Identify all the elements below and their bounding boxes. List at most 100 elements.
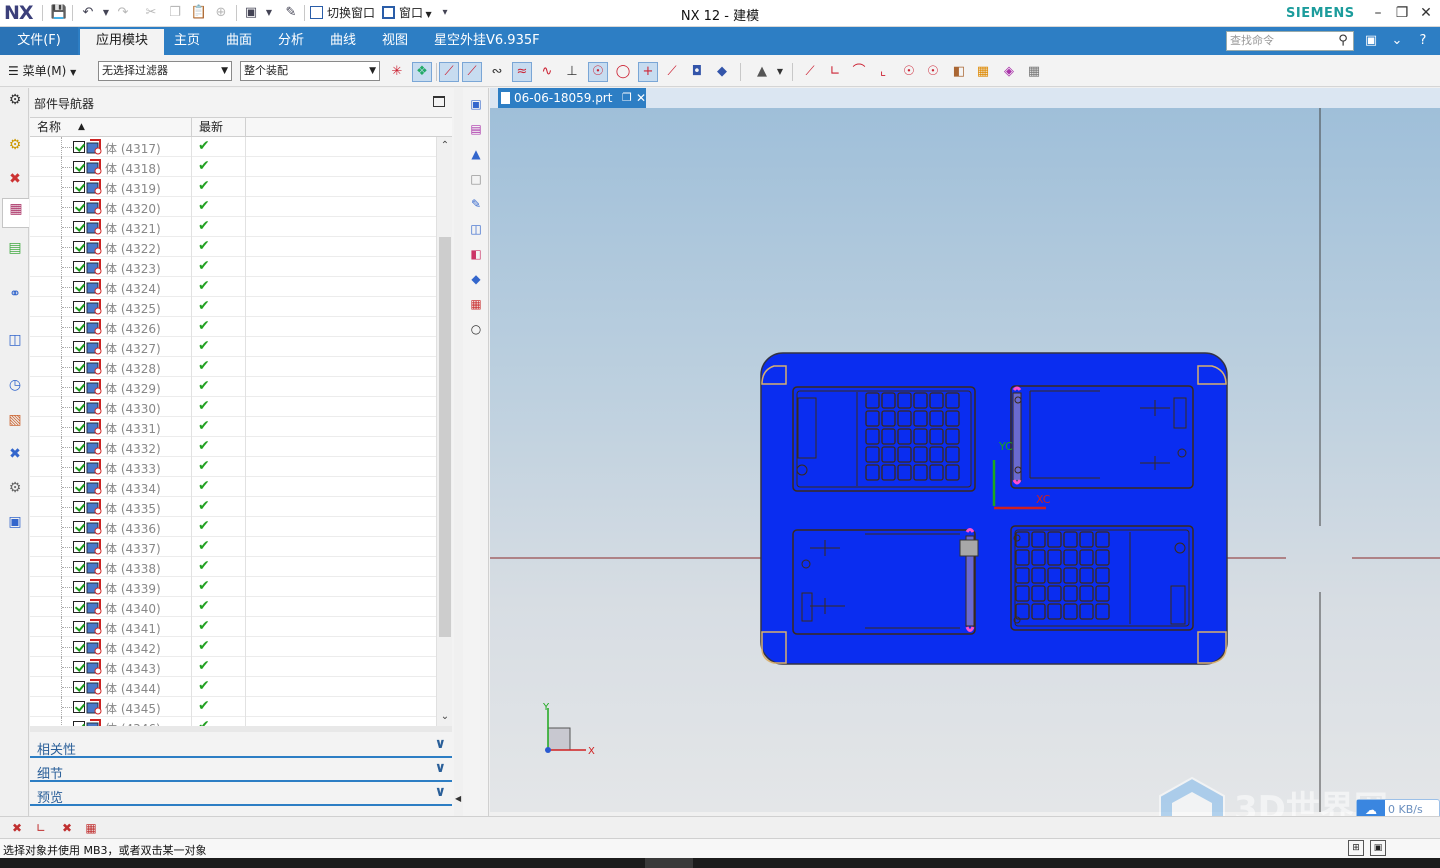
document-tab[interactable]: 06-06-18059.prt ❐ ✕ — [498, 88, 646, 108]
select-settings-icon[interactable]: ✳ — [387, 62, 407, 82]
snap-quadrant-icon[interactable]: ◯ — [613, 62, 633, 82]
render-style-icon[interactable]: ▤ — [467, 120, 485, 138]
visibility-checkbox[interactable] — [73, 401, 85, 413]
column-header-name[interactable]: 名称 ▲ — [30, 118, 192, 137]
search-icon[interactable]: ⚲ — [1334, 32, 1352, 50]
type-filter-select[interactable]: 无选择过滤器 ▼ — [98, 61, 232, 81]
cube-icon[interactable]: ▣ — [5, 512, 25, 532]
edit-icon[interactable]: ✎ — [282, 4, 300, 22]
tree-row[interactable]: 体 (4319) ✔ — [30, 177, 436, 197]
pan-icon[interactable]: ✎ — [467, 195, 485, 213]
tab-plugin[interactable]: 星空外挂V6.935F — [434, 27, 540, 55]
snap-midpoint-icon[interactable]: ⟋ — [662, 62, 682, 82]
tree-row[interactable]: 体 (4322) ✔ — [30, 237, 436, 257]
graphics-window[interactable]: YC XC Y X — [490, 108, 1440, 812]
visibility-checkbox[interactable] — [73, 381, 85, 393]
visibility-checkbox[interactable] — [73, 261, 85, 273]
tree-row[interactable]: 体 (4344) ✔ — [30, 677, 436, 697]
tree-row[interactable]: 体 (4334) ✔ — [30, 477, 436, 497]
visibility-checkbox[interactable] — [73, 341, 85, 353]
ribbon-options-icon[interactable]: ▣ — [1362, 32, 1380, 50]
visibility-checkbox[interactable] — [73, 421, 85, 433]
select-line-icon[interactable]: ⟋ — [462, 62, 482, 82]
tree-row[interactable]: 体 (4338) ✔ — [30, 557, 436, 577]
touch-mode-dropdown-icon[interactable]: ▼ — [260, 4, 278, 22]
orient-view-icon[interactable]: ▲ — [467, 145, 485, 163]
tree-row[interactable]: 体 (4320) ✔ — [30, 197, 436, 217]
visibility-checkbox[interactable] — [73, 181, 85, 193]
grid-icon[interactable]: ▦ — [467, 295, 485, 313]
visibility-checkbox[interactable] — [73, 641, 85, 653]
clock-icon[interactable]: ◷ — [5, 375, 25, 395]
touch-mode-icon[interactable]: ▣ — [242, 4, 260, 22]
visibility-checkbox[interactable] — [73, 141, 85, 153]
chevron-down-icon[interactable]: ∨ — [435, 736, 446, 752]
display-mode-icon[interactable]: ▲ — [752, 62, 772, 82]
visibility-checkbox[interactable] — [73, 221, 85, 233]
snap-intersection-icon[interactable]: + — [638, 62, 658, 82]
panel-splitter[interactable]: ◀ — [454, 88, 463, 816]
tab-analysis[interactable]: 分析 — [278, 27, 304, 55]
tree-row[interactable]: 体 (4324) ✔ — [30, 277, 436, 297]
layer-tool-icon[interactable]: ◧ — [949, 62, 969, 82]
wcs-origin-icon[interactable]: ∟ — [32, 819, 50, 837]
tree-row[interactable]: 体 (4345) ✔ — [30, 697, 436, 717]
circle-tool-icon[interactable]: ☉ — [899, 62, 919, 82]
collapse-panel-icon[interactable]: ◀ — [455, 794, 461, 803]
file-menu[interactable]: 文件(F) — [0, 27, 78, 55]
visibility-checkbox[interactable] — [73, 621, 85, 633]
restore-button[interactable]: ❐ — [1390, 3, 1414, 23]
history-icon[interactable]: ◫ — [5, 330, 25, 350]
object-tool-icon[interactable]: ▦ — [973, 62, 993, 82]
arc-tool-icon[interactable]: ⌒ — [849, 62, 869, 82]
details-panel[interactable]: 细节 ∨ — [30, 760, 452, 782]
tree-row[interactable]: 体 (4333) ✔ — [30, 457, 436, 477]
visibility-checkbox[interactable] — [73, 281, 85, 293]
customize-quick-access-icon[interactable]: ▾ — [436, 4, 454, 22]
tab-home[interactable]: 主页 — [174, 27, 200, 55]
save-icon[interactable]: 💾 — [50, 4, 68, 22]
visibility-checkbox[interactable] — [73, 681, 85, 693]
chevron-down-icon[interactable]: ∨ — [435, 760, 446, 776]
transform-tool-icon[interactable]: ◈ — [999, 62, 1019, 82]
tab-applications[interactable]: 应用模块 — [80, 27, 164, 55]
wcs-save-icon[interactable]: ▦ — [82, 819, 100, 837]
snap-face-icon[interactable]: ◘ — [687, 62, 707, 82]
web-browser-icon[interactable]: ⚭ — [5, 284, 25, 304]
preview-panel[interactable]: 预览 ∨ — [30, 784, 452, 806]
dimension-tool-icon[interactable]: ∟ — [825, 62, 845, 82]
display-mode-dropdown-icon[interactable]: ▼ — [770, 62, 790, 82]
snap-center-icon[interactable]: ☉ — [588, 62, 608, 82]
tree-row[interactable]: 体 (4331) ✔ — [30, 417, 436, 437]
tree-row[interactable]: 体 (4342) ✔ — [30, 637, 436, 657]
chevron-down-icon[interactable]: ∨ — [435, 784, 446, 800]
tab-surface[interactable]: 曲面 — [226, 27, 252, 55]
visibility-checkbox[interactable] — [73, 701, 85, 713]
tab-curve[interactable]: 曲线 — [330, 27, 356, 55]
visibility-checkbox[interactable] — [73, 361, 85, 373]
collapse-ribbon-icon[interactable]: ⌄ — [1388, 32, 1406, 50]
fit-view-icon[interactable]: ▣ — [467, 95, 485, 113]
tree-row[interactable]: 体 (4323) ✔ — [30, 257, 436, 277]
wcs-orient-icon[interactable]: ✖ — [58, 819, 76, 837]
tree-row[interactable]: 体 (4335) ✔ — [30, 497, 436, 517]
close-tab-icon[interactable]: ✕ — [636, 88, 646, 108]
gear-icon[interactable]: ⚙ — [5, 90, 25, 110]
column-header-uptodate[interactable]: 最新 — [192, 118, 246, 137]
point-tool-icon[interactable]: ☉ — [923, 62, 943, 82]
constraint-navigator-icon[interactable]: ✖ — [5, 169, 25, 189]
cut-icon[interactable]: ✂ — [142, 4, 160, 22]
visibility-checkbox[interactable] — [73, 581, 85, 593]
status-options-icon[interactable]: ⊞ — [1348, 840, 1364, 856]
system-scene-icon[interactable]: ⚙ — [5, 478, 25, 498]
copy-icon[interactable]: ❐ — [166, 4, 184, 22]
visibility-checkbox[interactable] — [73, 521, 85, 533]
line-tool-icon[interactable]: ⟋ — [800, 62, 820, 82]
menu-button[interactable]: ☰ 菜单(M) ▼ — [8, 62, 76, 79]
tab-view[interactable]: 视图 — [382, 27, 408, 55]
curve-rule-icon[interactable]: ∾ — [487, 62, 507, 82]
fillet-tool-icon[interactable]: ⌞ — [873, 62, 893, 82]
undo-icon[interactable]: ↶ — [79, 4, 97, 22]
pin-icon[interactable]: ❐ — [622, 88, 632, 108]
snap-bounded-icon[interactable]: ◆ — [712, 62, 732, 82]
